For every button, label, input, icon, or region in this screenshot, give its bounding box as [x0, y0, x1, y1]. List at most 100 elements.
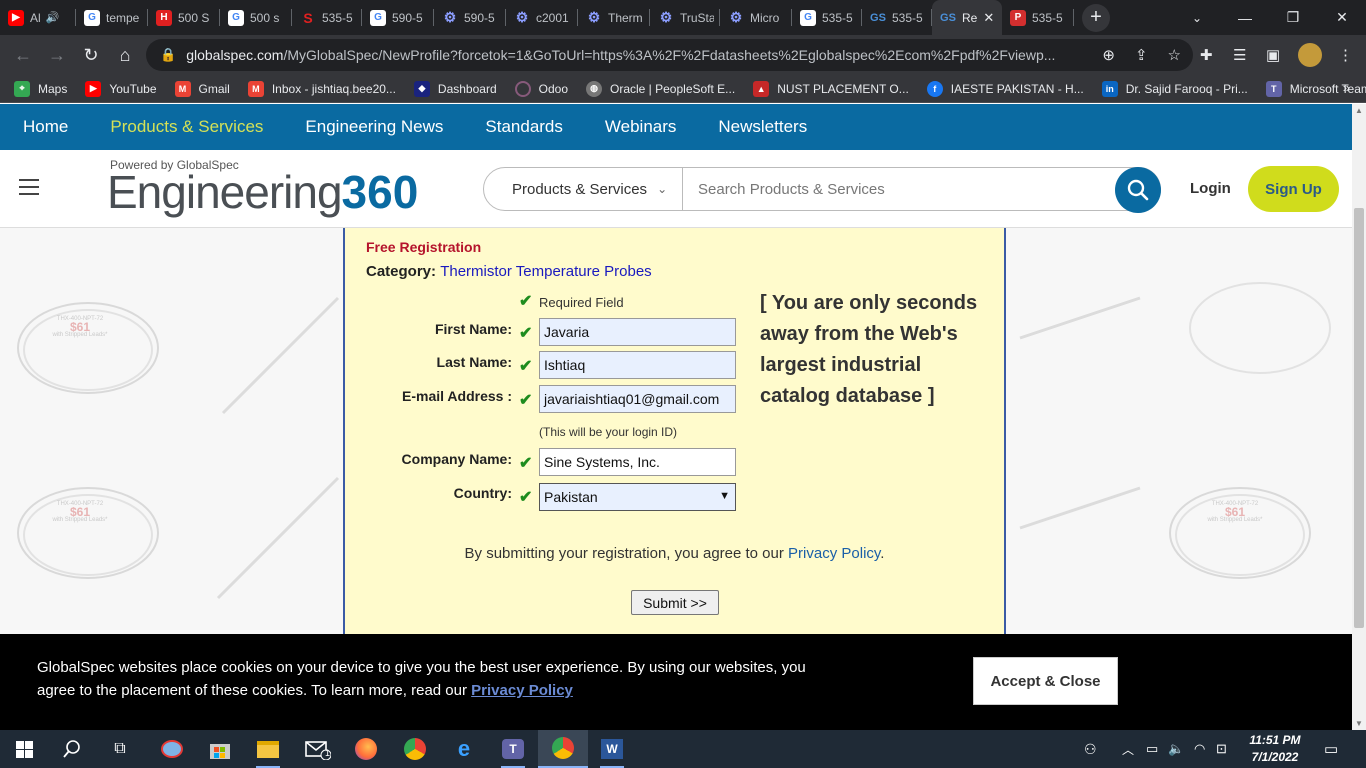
system-clock[interactable]: 11:51 PM 7/1/2022 — [1240, 732, 1310, 766]
nav-home[interactable]: Home — [23, 117, 68, 137]
browser-tab[interactable]: ⚙ c2001 — [506, 0, 578, 35]
battery-icon[interactable]: ▭ — [1146, 730, 1158, 768]
browser-tab[interactable]: S 535-5 — [292, 0, 362, 35]
close-window-icon[interactable]: ✕ — [1318, 0, 1366, 35]
windows-start-icon[interactable] — [0, 730, 48, 768]
scroll-up-arrow-icon[interactable]: ▲ — [1355, 106, 1363, 115]
restore-icon[interactable]: ❐ — [1269, 0, 1317, 35]
login-link[interactable]: Login — [1190, 180, 1231, 197]
nav-products-services[interactable]: Products & Services — [110, 117, 263, 137]
bookmark-oracle[interactable]: ◍ Oracle | PeopleSoft E... — [586, 80, 735, 97]
bookmark-youtube[interactable]: ▶ YouTube — [85, 80, 157, 97]
browser-tab[interactable]: GS 535-5 — [862, 0, 932, 35]
last-name-field[interactable]: Ishtiaq — [539, 351, 736, 379]
bookmark-dashboard[interactable]: ◆ Dashboard — [413, 80, 497, 97]
share-icon[interactable]: ⇪ — [1135, 46, 1148, 64]
new-tab-button[interactable]: + — [1082, 3, 1110, 32]
browser-tab[interactable]: G 500 s — [220, 0, 292, 35]
nav-engineering-news[interactable]: Engineering News — [305, 117, 443, 137]
browser-tab[interactable]: G tempe — [76, 0, 148, 35]
show-hidden-icons[interactable]: ︿ — [1122, 730, 1134, 768]
company-name-field[interactable]: Sine Systems, Inc. — [539, 448, 736, 476]
cookie-privacy-policy-link[interactable]: Privacy Policy — [471, 682, 573, 699]
home-icon[interactable]: ⌂ — [108, 38, 142, 72]
search-input[interactable] — [683, 169, 1103, 209]
browser-tab[interactable]: ⚙ 590-5 — [434, 0, 506, 35]
nav-webinars[interactable]: Webinars — [605, 117, 677, 137]
page-scrollbar[interactable]: ▲ ▼ — [1352, 104, 1366, 730]
back-arrow-icon[interactable]: ← — [6, 38, 40, 72]
firefox-icon[interactable] — [342, 730, 390, 768]
tab-search-icon[interactable]: ⌄ — [1173, 0, 1221, 35]
hamburger-menu-icon[interactable] — [19, 179, 39, 195]
bookmark-star-icon[interactable]: ☆ — [1168, 46, 1181, 64]
people-icon[interactable]: ⚇ — [1084, 730, 1097, 768]
bookmark-linkedin[interactable]: in Dr. Sajid Farooq - Pri... — [1101, 80, 1248, 97]
scroll-down-arrow-icon[interactable]: ▼ — [1355, 719, 1363, 728]
search-icon[interactable] — [48, 730, 96, 768]
cookie-text: GlobalSpec websites place cookies on you… — [37, 659, 806, 699]
url-path: /MyGlobalSpec/NewProfile?forcetok=1&GoTo… — [283, 47, 1056, 63]
task-view-icon[interactable]: ⧉ — [96, 730, 144, 768]
store-icon[interactable] — [196, 730, 244, 768]
browser-tab[interactable]: G 590-5 — [362, 0, 434, 35]
last-name-label: Last Name: — [436, 354, 512, 370]
category-dropdown[interactable]: Products & Services ⌄ — [484, 168, 683, 210]
site-logo[interactable]: Engineering360 — [107, 167, 418, 217]
bookmark-maps[interactable]: ⌖ Maps — [14, 80, 67, 97]
mail-icon[interactable]: 1 — [294, 730, 342, 768]
bookmark-teams[interactable]: TMicrosoft Teams — [1265, 80, 1366, 97]
bookmark-gmail[interactable]: M Gmail — [174, 80, 230, 97]
profile-avatar[interactable] — [1298, 35, 1322, 75]
bookmark-odoo[interactable]: Odoo — [514, 80, 568, 97]
scrollbar-thumb[interactable] — [1354, 208, 1364, 628]
privacy-policy-link[interactable]: Privacy Policy — [788, 545, 880, 562]
menu-kebab-icon[interactable]: ⋮ — [1338, 35, 1353, 75]
teams-icon[interactable]: T — [489, 730, 537, 768]
network-icon[interactable]: ⊡ — [1216, 730, 1227, 768]
browser-tab-active[interactable]: GS Re ✕ — [932, 0, 1002, 35]
reading-list-icon[interactable]: ☰ — [1233, 35, 1246, 75]
email-field[interactable]: javariaishtiaq01@gmail.com — [539, 385, 736, 413]
notification-icon[interactable]: ▭ — [1324, 730, 1338, 768]
file-explorer-icon[interactable] — [244, 730, 292, 768]
bookmark-inbox[interactable]: M Inbox - jishtiaq.bee20... — [247, 80, 396, 97]
lock-icon[interactable]: 🔒 — [160, 47, 176, 63]
zoom-icon[interactable]: ⊕ — [1102, 46, 1115, 64]
minimize-icon[interactable]: — — [1221, 0, 1269, 35]
paint-icon[interactable] — [148, 730, 196, 768]
bookmark-nust[interactable]: ▲ NUST PLACEMENT O... — [753, 80, 909, 97]
chrome-active-icon[interactable] — [538, 730, 588, 768]
forward-arrow-icon[interactable]: → — [40, 38, 74, 72]
word-icon[interactable]: W — [588, 730, 636, 768]
volume-icon[interactable]: 🔈 — [1168, 730, 1184, 768]
nav-newsletters[interactable]: Newsletters — [718, 117, 807, 137]
extensions-icon[interactable]: ✚ — [1200, 35, 1213, 75]
audio-playing-icon[interactable]: 🔊 — [46, 11, 60, 24]
browser-tab[interactable]: ⚙ TruSta — [650, 0, 720, 35]
bookmark-iaeste[interactable]: f IAESTE PAKISTAN - H... — [926, 80, 1084, 97]
search-button[interactable] — [1115, 167, 1161, 213]
accept-close-button[interactable]: Accept & Close — [973, 657, 1118, 705]
chrome-icon[interactable] — [391, 730, 439, 768]
browser-tab[interactable]: ▶ Al 🔊 — [0, 0, 76, 35]
more-bookmarks-icon[interactable]: » — [1343, 80, 1350, 95]
browser-tab[interactable]: ⚙ Therm — [578, 0, 650, 35]
reload-icon[interactable]: ↻ — [74, 38, 108, 72]
side-panel-icon[interactable]: ▣ — [1266, 35, 1280, 75]
nav-standards[interactable]: Standards — [485, 117, 563, 137]
wifi-icon[interactable]: ◠ — [1194, 730, 1205, 768]
category-link[interactable]: Thermistor Temperature Probes — [440, 263, 651, 280]
globalspec-icon: GS — [940, 11, 956, 24]
address-bar[interactable]: 🔒 globalspec.com/MyGlobalSpec/NewProfile… — [146, 39, 1193, 71]
first-name-field[interactable]: Javaria — [539, 318, 736, 346]
country-select[interactable]: Pakistan ▼ — [539, 483, 736, 511]
browser-tab[interactable]: ⚙ Micro — [720, 0, 792, 35]
submit-button[interactable]: Submit >> — [631, 590, 719, 615]
browser-tab[interactable]: H 500 S — [148, 0, 220, 35]
browser-tab[interactable]: P 535-5 — [1002, 0, 1074, 35]
browser-tab[interactable]: G 535-5 — [792, 0, 862, 35]
close-tab-icon[interactable]: ✕ — [983, 10, 994, 26]
signup-button[interactable]: Sign Up — [1248, 166, 1339, 212]
edge-icon[interactable]: e — [440, 730, 488, 768]
